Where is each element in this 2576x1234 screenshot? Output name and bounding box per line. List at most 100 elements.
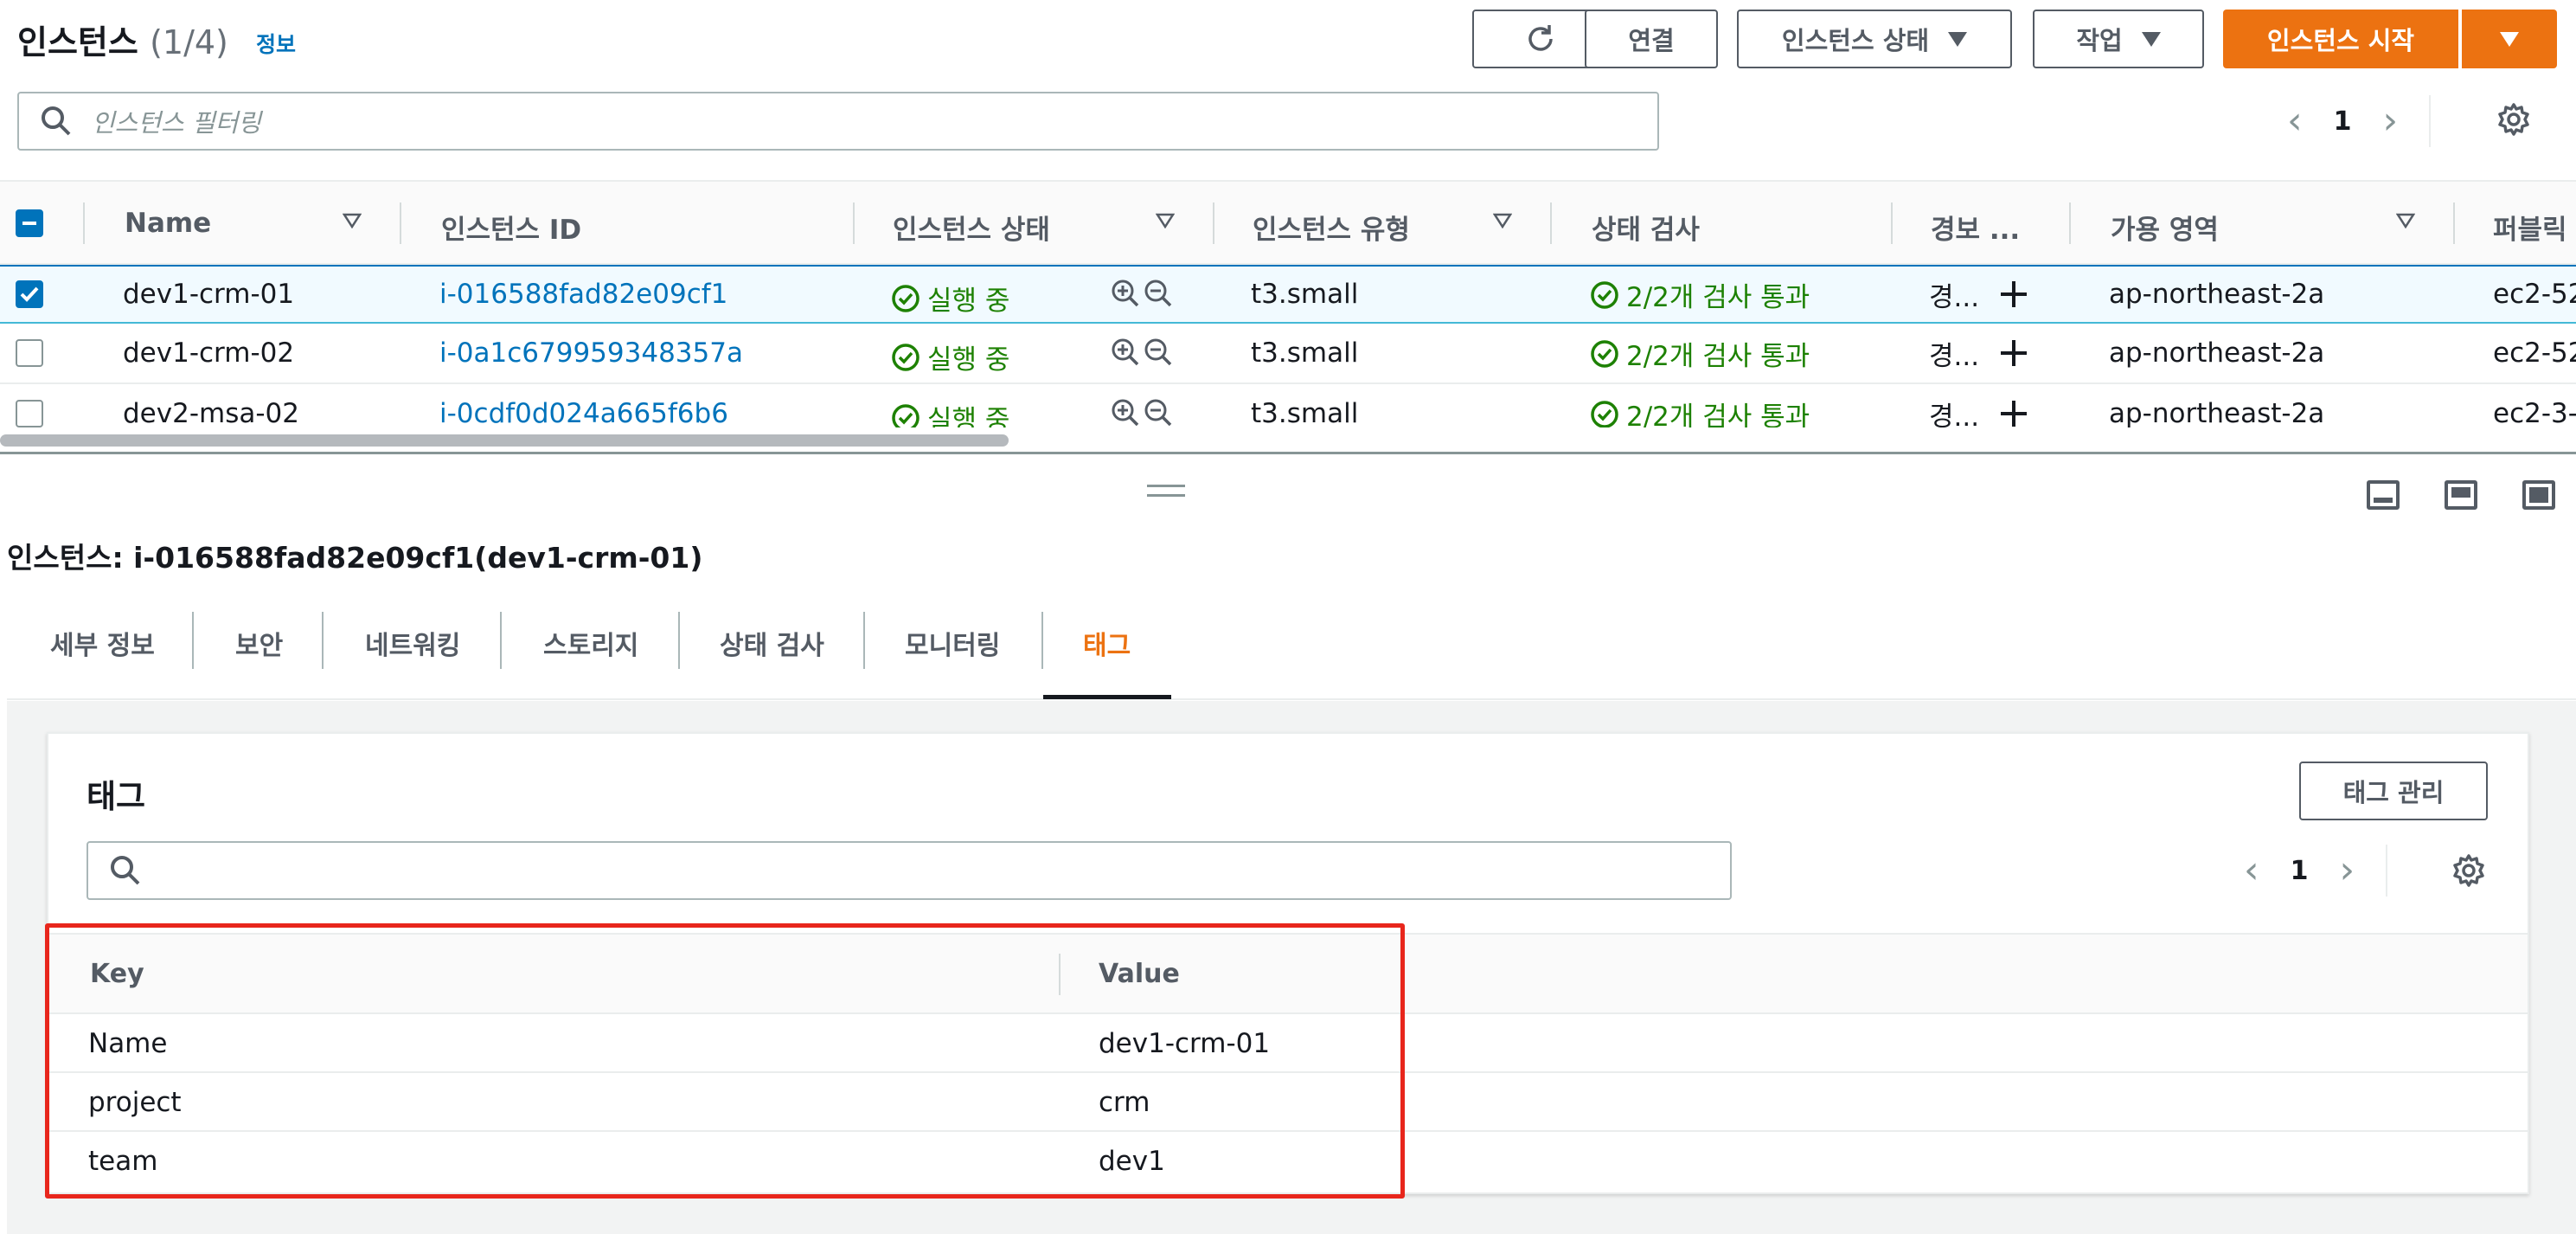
search-placeholder: 인스턴스 필터링 bbox=[92, 108, 261, 138]
instances-table-header: Name 인스턴스 ID 인스턴스 상태 인스턴스 유형 상태 검사 경보 ..… bbox=[0, 180, 2576, 265]
refresh-icon bbox=[1528, 25, 1553, 51]
cell-instance-id-link[interactable]: i-0cdf0d024a665f6b6 bbox=[439, 398, 728, 427]
chevron-right-icon[interactable]: › bbox=[2382, 102, 2398, 140]
chevron-left-icon[interactable]: ‹ bbox=[2244, 852, 2259, 890]
cell-instance-type: t3.small bbox=[1251, 279, 1359, 310]
page-number[interactable]: 1 bbox=[2291, 856, 2309, 886]
select-all-checkbox[interactable] bbox=[16, 209, 43, 237]
cell-instance-id-link[interactable]: i-016588fad82e09cf1 bbox=[439, 279, 727, 310]
table-row[interactable]: dev2-msa-02 i-0cdf0d024a665f6b6 실행 중 t3.… bbox=[0, 386, 2576, 427]
split-divider bbox=[0, 452, 2576, 454]
row-checkbox[interactable] bbox=[16, 339, 43, 367]
page-title: 인스턴스 (1/4) bbox=[17, 16, 228, 63]
tag-search-input[interactable] bbox=[87, 841, 1732, 900]
column-header-public[interactable]: 퍼블릭 bbox=[2493, 208, 2567, 247]
sort-icon[interactable] bbox=[1493, 213, 1512, 228]
column-header-instance-state[interactable]: 인스턴스 상태 bbox=[893, 208, 1050, 247]
sort-icon[interactable] bbox=[1156, 213, 1175, 228]
search-icon bbox=[111, 856, 140, 885]
tab-storage[interactable]: 스토리지 bbox=[543, 624, 638, 662]
tags-pagination: ‹ 1 › bbox=[2244, 845, 2388, 897]
zoom-controls bbox=[1111, 279, 1173, 308]
split-panel-drag-handle[interactable] bbox=[1147, 485, 1185, 497]
caret-down-icon bbox=[1948, 31, 1968, 47]
check-circle-icon bbox=[1591, 280, 1618, 309]
row-checkbox[interactable] bbox=[16, 280, 43, 308]
sort-icon[interactable] bbox=[2396, 213, 2415, 228]
caret-down-icon bbox=[2141, 31, 2161, 47]
cell-alarm: 경... bbox=[1929, 282, 1980, 313]
caret-down-icon bbox=[2500, 31, 2519, 47]
status-check-text: 2/2개 검사 통과 bbox=[1626, 402, 1810, 427]
add-alarm-icon[interactable] bbox=[1998, 398, 2029, 427]
actions-dropdown[interactable]: 작업 bbox=[2033, 10, 2204, 68]
page-number[interactable]: 1 bbox=[2334, 106, 2352, 137]
column-header-instance-type[interactable]: 인스턴스 유형 bbox=[1253, 208, 1410, 247]
zoom-controls bbox=[1111, 398, 1173, 427]
row-checkbox[interactable] bbox=[16, 400, 43, 427]
add-alarm-icon[interactable] bbox=[1998, 279, 2029, 310]
tab-networking[interactable]: 네트워킹 bbox=[365, 624, 460, 662]
cell-alarm: 경... bbox=[1929, 402, 1980, 427]
zoom-out-icon[interactable] bbox=[1144, 398, 1173, 427]
horizontal-scrollbar[interactable] bbox=[0, 434, 1009, 447]
chevron-right-icon[interactable]: › bbox=[2339, 852, 2355, 890]
detail-title: 인스턴스: i-016588fad82e09cf1(dev1-crm-01) bbox=[7, 541, 703, 575]
cell-status-check: 2/2개 검사 통과 bbox=[1590, 334, 1810, 373]
active-tab-indicator bbox=[1043, 695, 1171, 699]
tab-security[interactable]: 보안 bbox=[235, 624, 283, 662]
chevron-left-icon[interactable]: ‹ bbox=[2287, 102, 2303, 140]
page-title-text: 인스턴스 bbox=[17, 23, 138, 61]
status-check-text: 2/2개 검사 통과 bbox=[1626, 341, 1810, 372]
manage-tags-button[interactable]: 태그 관리 bbox=[2299, 762, 2488, 820]
tab-status-checks[interactable]: 상태 검사 bbox=[720, 624, 824, 662]
cell-instance-state: 실행 중 bbox=[891, 398, 1009, 427]
layout-bottom-icon[interactable] bbox=[2367, 480, 2400, 510]
cell-name: dev2-msa-02 bbox=[123, 398, 299, 427]
instance-state-dropdown[interactable]: 인스턴스 상태 bbox=[1737, 10, 2012, 68]
cell-name: dev1-crm-01 bbox=[123, 279, 295, 310]
column-header-status-check[interactable]: 상태 검사 bbox=[1592, 208, 1700, 247]
check-circle-icon bbox=[892, 284, 920, 312]
add-alarm-icon[interactable] bbox=[1998, 337, 2029, 369]
search-icon bbox=[42, 106, 71, 136]
cell-name: dev1-crm-02 bbox=[123, 337, 295, 369]
cell-instance-id-link[interactable]: i-0a1c679959348357a bbox=[439, 337, 743, 369]
cell-availability-zone: ap-northeast-2a bbox=[2109, 398, 2325, 427]
zoom-in-icon[interactable] bbox=[1111, 398, 1140, 427]
launch-instance-button[interactable]: 인스턴스 시작 bbox=[2223, 10, 2458, 68]
settings-gear-icon[interactable] bbox=[2451, 853, 2486, 888]
layout-side-icon[interactable] bbox=[2445, 480, 2477, 510]
column-header-instance-id[interactable]: 인스턴스 ID bbox=[441, 208, 581, 247]
cell-availability-zone: ap-northeast-2a bbox=[2109, 279, 2325, 310]
cell-availability-zone: ap-northeast-2a bbox=[2109, 337, 2325, 369]
pagination: ‹ 1 › bbox=[2287, 95, 2432, 147]
table-row[interactable]: dev1-crm-02 i-0a1c679959348357a 실행 중 t3.… bbox=[0, 325, 2576, 384]
tab-details[interactable]: 세부 정보 bbox=[50, 624, 155, 662]
tab-tags[interactable]: 태그 bbox=[1083, 624, 1131, 662]
actions-label: 작업 bbox=[2076, 26, 2123, 55]
zoom-in-icon[interactable] bbox=[1111, 337, 1140, 367]
column-header-name[interactable]: Name bbox=[125, 208, 211, 239]
info-link[interactable]: 정보 bbox=[256, 28, 296, 59]
cell-status-check: 2/2개 검사 통과 bbox=[1590, 275, 1810, 314]
zoom-out-icon[interactable] bbox=[1144, 279, 1173, 308]
column-header-alarm[interactable]: 경보 ... bbox=[1931, 208, 2020, 247]
table-row[interactable]: dev1-crm-01 i-016588fad82e09cf1 실행 중 t3.… bbox=[0, 265, 2576, 324]
instance-filter-input[interactable]: 인스턴스 필터링 bbox=[17, 92, 1659, 151]
sort-icon[interactable] bbox=[343, 213, 362, 228]
layout-full-icon[interactable] bbox=[2522, 480, 2555, 510]
zoom-in-icon[interactable] bbox=[1111, 279, 1140, 308]
check-icon bbox=[20, 286, 39, 302]
cell-public-dns: ec2-52 bbox=[2493, 279, 2576, 310]
cell-public-dns: ec2-3- bbox=[2493, 398, 2576, 427]
tab-monitoring[interactable]: 모니터링 bbox=[905, 624, 1000, 662]
zoom-out-icon[interactable] bbox=[1144, 337, 1173, 367]
settings-gear-icon[interactable] bbox=[2496, 102, 2531, 137]
status-check-text: 2/2개 검사 통과 bbox=[1626, 282, 1810, 313]
column-header-availability-zone[interactable]: 가용 영역 bbox=[2111, 208, 2219, 247]
connect-button[interactable]: 연결 bbox=[1585, 10, 1718, 68]
launch-instance-dropdown[interactable] bbox=[2462, 10, 2557, 68]
tags-card-title: 태그 bbox=[87, 778, 146, 815]
instance-state-label: 인스턴스 상태 bbox=[1781, 26, 1930, 55]
